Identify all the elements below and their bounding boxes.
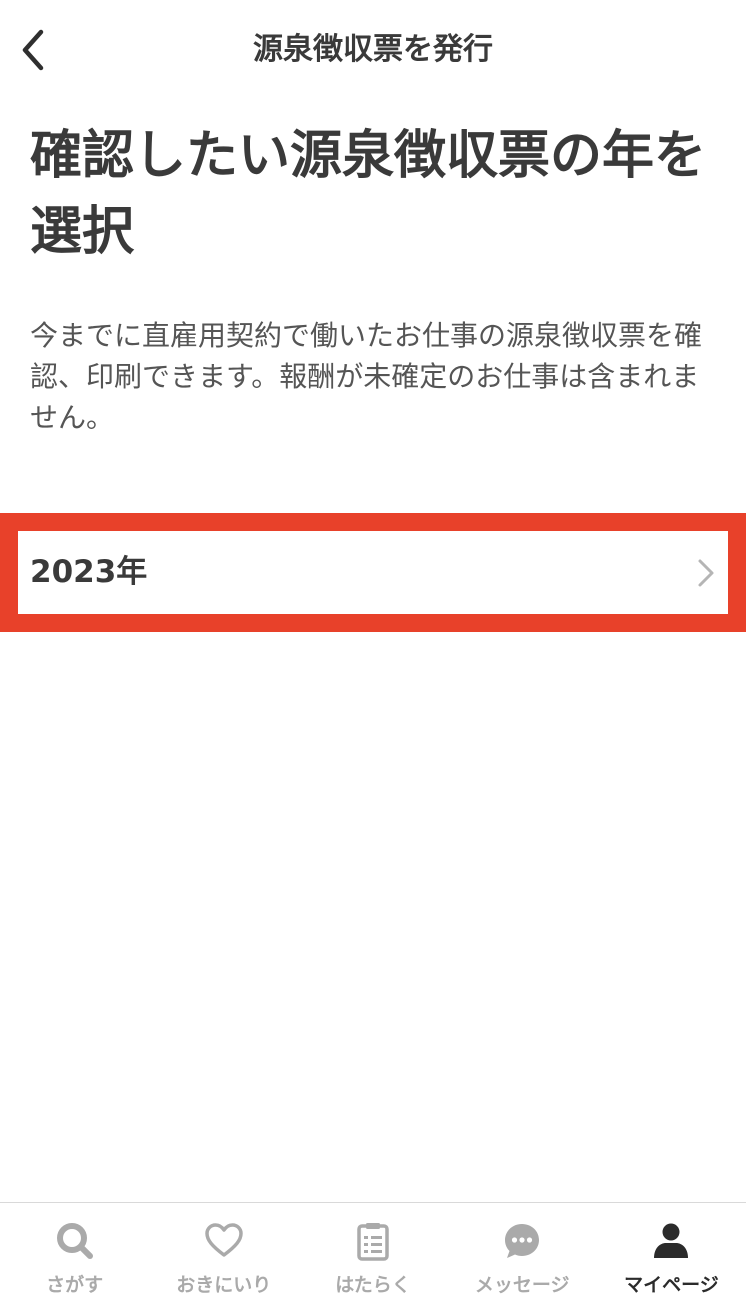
search-icon — [56, 1223, 93, 1259]
tab-work[interactable]: はたらく — [298, 1203, 447, 1302]
chat-bubble-icon — [505, 1224, 540, 1258]
clipboard-icon — [357, 1223, 389, 1261]
tab-label: おきにいり — [176, 1274, 272, 1296]
chevron-right-icon — [698, 559, 714, 587]
tab-favorites[interactable]: おきにいり — [149, 1203, 298, 1302]
tab-mypage[interactable]: マイページ — [597, 1203, 746, 1302]
heart-icon — [205, 1223, 243, 1257]
tab-label: さがす — [46, 1274, 104, 1296]
header-bar: 源泉徴収票を発行 — [0, 0, 746, 100]
tab-label: はたらく — [335, 1274, 411, 1296]
year-label: 2023年 — [30, 554, 148, 590]
tab-label: メッセージ — [474, 1274, 570, 1296]
tab-label: マイページ — [624, 1274, 719, 1296]
year-list-item[interactable]: 2023年 — [18, 531, 728, 614]
person-icon — [654, 1223, 689, 1258]
description-text: 今までに直雇用契約で働いたお仕事の源泉徴収票を確認、印刷できます。報酬が未確定の… — [30, 319, 703, 434]
page-title: 源泉徴収票を発行 — [253, 32, 493, 67]
page-heading: 確認したい源泉徴収票の年を選択 — [30, 126, 707, 262]
tab-messages[interactable]: メッセージ — [448, 1203, 597, 1302]
tab-search[interactable]: さがす — [0, 1203, 149, 1302]
tab-bar: さがす おきにいり はたらく メッセージ マイページ — [0, 1202, 746, 1302]
